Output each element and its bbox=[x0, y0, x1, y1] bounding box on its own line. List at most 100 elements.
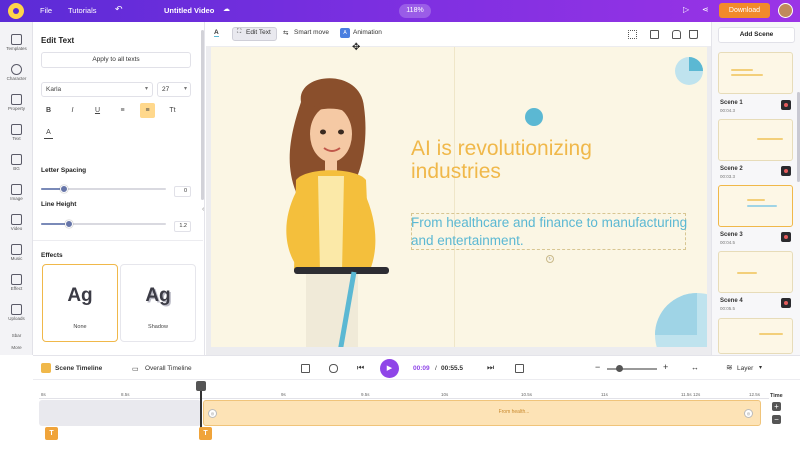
effect-none-card[interactable]: Ag None bbox=[42, 264, 118, 342]
letter-spacing-value[interactable]: 0 bbox=[174, 186, 191, 197]
list-button[interactable]: ≡ bbox=[115, 103, 130, 118]
thumb-line bbox=[747, 199, 765, 201]
preview-play-icon[interactable]: ▷ bbox=[683, 5, 689, 14]
timeline-zoom-slider[interactable] bbox=[607, 368, 657, 370]
add-scene-button[interactable]: Add Scene bbox=[718, 27, 795, 43]
play-button[interactable]: ▶ bbox=[380, 359, 399, 378]
delete-icon[interactable] bbox=[689, 30, 698, 39]
letter-spacing-slider[interactable] bbox=[41, 185, 166, 193]
apply-to-all-button[interactable]: Apply to all texts bbox=[41, 52, 191, 68]
smart-move-button[interactable]: Smart move bbox=[294, 29, 329, 36]
share-icon[interactable]: ⋖ bbox=[702, 5, 709, 14]
text-marker[interactable]: T bbox=[199, 427, 212, 440]
caption-icon[interactable] bbox=[515, 364, 524, 373]
align-left-button[interactable]: ≡ bbox=[140, 103, 155, 118]
rail-item-more[interactable]: More bbox=[0, 344, 33, 350]
background-icon bbox=[11, 154, 22, 165]
text-case-button[interactable]: Tt bbox=[165, 103, 180, 118]
effect-shadow-card[interactable]: Ag Shadow bbox=[120, 264, 196, 342]
chevron-down-icon[interactable]: ▾ bbox=[759, 364, 762, 371]
inactive-track[interactable] bbox=[39, 400, 201, 426]
scene-thumb-icon[interactable] bbox=[781, 298, 791, 308]
layer-button[interactable]: Layer bbox=[737, 365, 753, 372]
slider-knob[interactable] bbox=[59, 185, 68, 193]
text-color-button[interactable]: A bbox=[41, 126, 56, 141]
bold-button[interactable]: B bbox=[41, 103, 56, 118]
timeline-zoom-knob[interactable] bbox=[616, 365, 623, 372]
voice-icon[interactable] bbox=[329, 364, 338, 373]
text-marker[interactable]: T bbox=[45, 427, 58, 440]
checkerboard-icon[interactable] bbox=[628, 30, 637, 39]
font-size-select[interactable]: 27 ▾ bbox=[157, 82, 191, 97]
subtext[interactable]: From healthcare and finance to manufactu… bbox=[411, 214, 691, 250]
italic-button[interactable]: I bbox=[65, 103, 80, 118]
headline-text[interactable]: AI is revolutionizing industries bbox=[411, 137, 641, 183]
zoom-in-icon[interactable]: + bbox=[663, 362, 668, 372]
layers-icon[interactable] bbox=[650, 30, 659, 39]
user-avatar[interactable] bbox=[778, 3, 793, 18]
font-family-select[interactable]: Karla ▾ bbox=[41, 82, 153, 97]
chevron-down-icon: ▾ bbox=[183, 86, 187, 92]
text-clip-track[interactable]: ◎ From health... ◎ bbox=[203, 400, 761, 426]
teal-dot bbox=[525, 108, 543, 126]
rail-item-music[interactable]: Music bbox=[0, 244, 33, 261]
video-stage[interactable]: AI is revolutionizing industries From he… bbox=[211, 47, 707, 347]
menu-tutorials[interactable]: Tutorials bbox=[68, 6, 96, 15]
time-minus-icon[interactable]: − bbox=[772, 415, 781, 424]
scene-thumbnail-active[interactable] bbox=[718, 185, 793, 227]
rail-item-bg[interactable]: BG bbox=[0, 154, 33, 171]
scene-timeline-icon[interactable] bbox=[41, 363, 51, 373]
rotate-handle-icon[interactable]: ↻ bbox=[546, 255, 554, 263]
scene-thumbnail[interactable] bbox=[718, 119, 793, 161]
scene-thumbnail[interactable] bbox=[718, 318, 793, 354]
overall-timeline-tab[interactable]: Overall Timeline bbox=[145, 365, 192, 372]
line-height-value[interactable]: 1.2 bbox=[174, 221, 191, 232]
rail-item-image[interactable]: Image bbox=[0, 184, 33, 201]
music-icon bbox=[11, 244, 22, 255]
rail-item-sbar[interactable]: Sbar bbox=[0, 332, 33, 338]
scene-thumb-icon[interactable] bbox=[781, 100, 791, 110]
app-logo[interactable] bbox=[8, 3, 24, 19]
scene-thumbnail[interactable] bbox=[718, 52, 793, 94]
rail-item-effect[interactable]: Effect bbox=[0, 274, 33, 291]
smart-move-icon: ⇆ bbox=[283, 30, 289, 37]
scene-thumb-icon[interactable] bbox=[781, 232, 791, 242]
rail-item-property[interactable]: Property bbox=[0, 94, 33, 111]
fit-icon[interactable]: ↔ bbox=[691, 363, 699, 372]
playhead-grip-icon[interactable] bbox=[196, 381, 206, 391]
character-illustration[interactable] bbox=[266, 72, 396, 347]
tick-label: 9s bbox=[281, 392, 286, 397]
rail-item-video[interactable]: Video bbox=[0, 214, 33, 231]
rail-item-uploads[interactable]: Uploads bbox=[0, 304, 33, 321]
scene-thumbnail[interactable] bbox=[718, 251, 793, 293]
chevron-down-icon: ▾ bbox=[144, 86, 148, 92]
project-title[interactable]: Untitled Video bbox=[164, 6, 214, 15]
zoom-out-icon[interactable]: − bbox=[595, 362, 600, 372]
skip-back-icon[interactable]: ⏮ bbox=[357, 363, 364, 373]
scene-timeline-tab[interactable]: Scene Timeline bbox=[55, 365, 102, 372]
download-button[interactable]: Download bbox=[719, 3, 770, 18]
lock-icon[interactable] bbox=[672, 30, 681, 39]
slider-knob[interactable] bbox=[64, 220, 73, 228]
rail-item-character[interactable]: Character bbox=[0, 64, 33, 81]
clip-start-handle-icon[interactable]: ◎ bbox=[208, 409, 217, 418]
zoom-level[interactable]: 118% bbox=[399, 4, 431, 18]
thumb-line bbox=[731, 74, 763, 76]
panel-scrollbar[interactable] bbox=[201, 30, 204, 200]
playhead[interactable] bbox=[200, 386, 202, 429]
time-plus-icon[interactable]: + bbox=[772, 402, 781, 411]
rail-item-text[interactable]: Text bbox=[0, 124, 33, 141]
animation-button[interactable]: Animation bbox=[353, 29, 382, 36]
line-height-slider[interactable] bbox=[41, 220, 166, 228]
undo-icon[interactable]: ↶ bbox=[115, 4, 123, 15]
tick-label: 11s bbox=[601, 392, 608, 397]
scooter-handlebar bbox=[294, 267, 389, 274]
skip-forward-icon[interactable]: ⏭ bbox=[487, 363, 494, 373]
text-color-icon[interactable]: A bbox=[214, 29, 219, 37]
capture-icon[interactable] bbox=[301, 364, 310, 373]
rail-item-templates[interactable]: Templates bbox=[0, 34, 33, 51]
clip-end-handle-icon[interactable]: ◎ bbox=[744, 409, 753, 418]
menu-file[interactable]: File bbox=[40, 6, 52, 15]
underline-button[interactable]: U bbox=[90, 103, 105, 118]
scene-thumb-icon[interactable] bbox=[781, 166, 791, 176]
